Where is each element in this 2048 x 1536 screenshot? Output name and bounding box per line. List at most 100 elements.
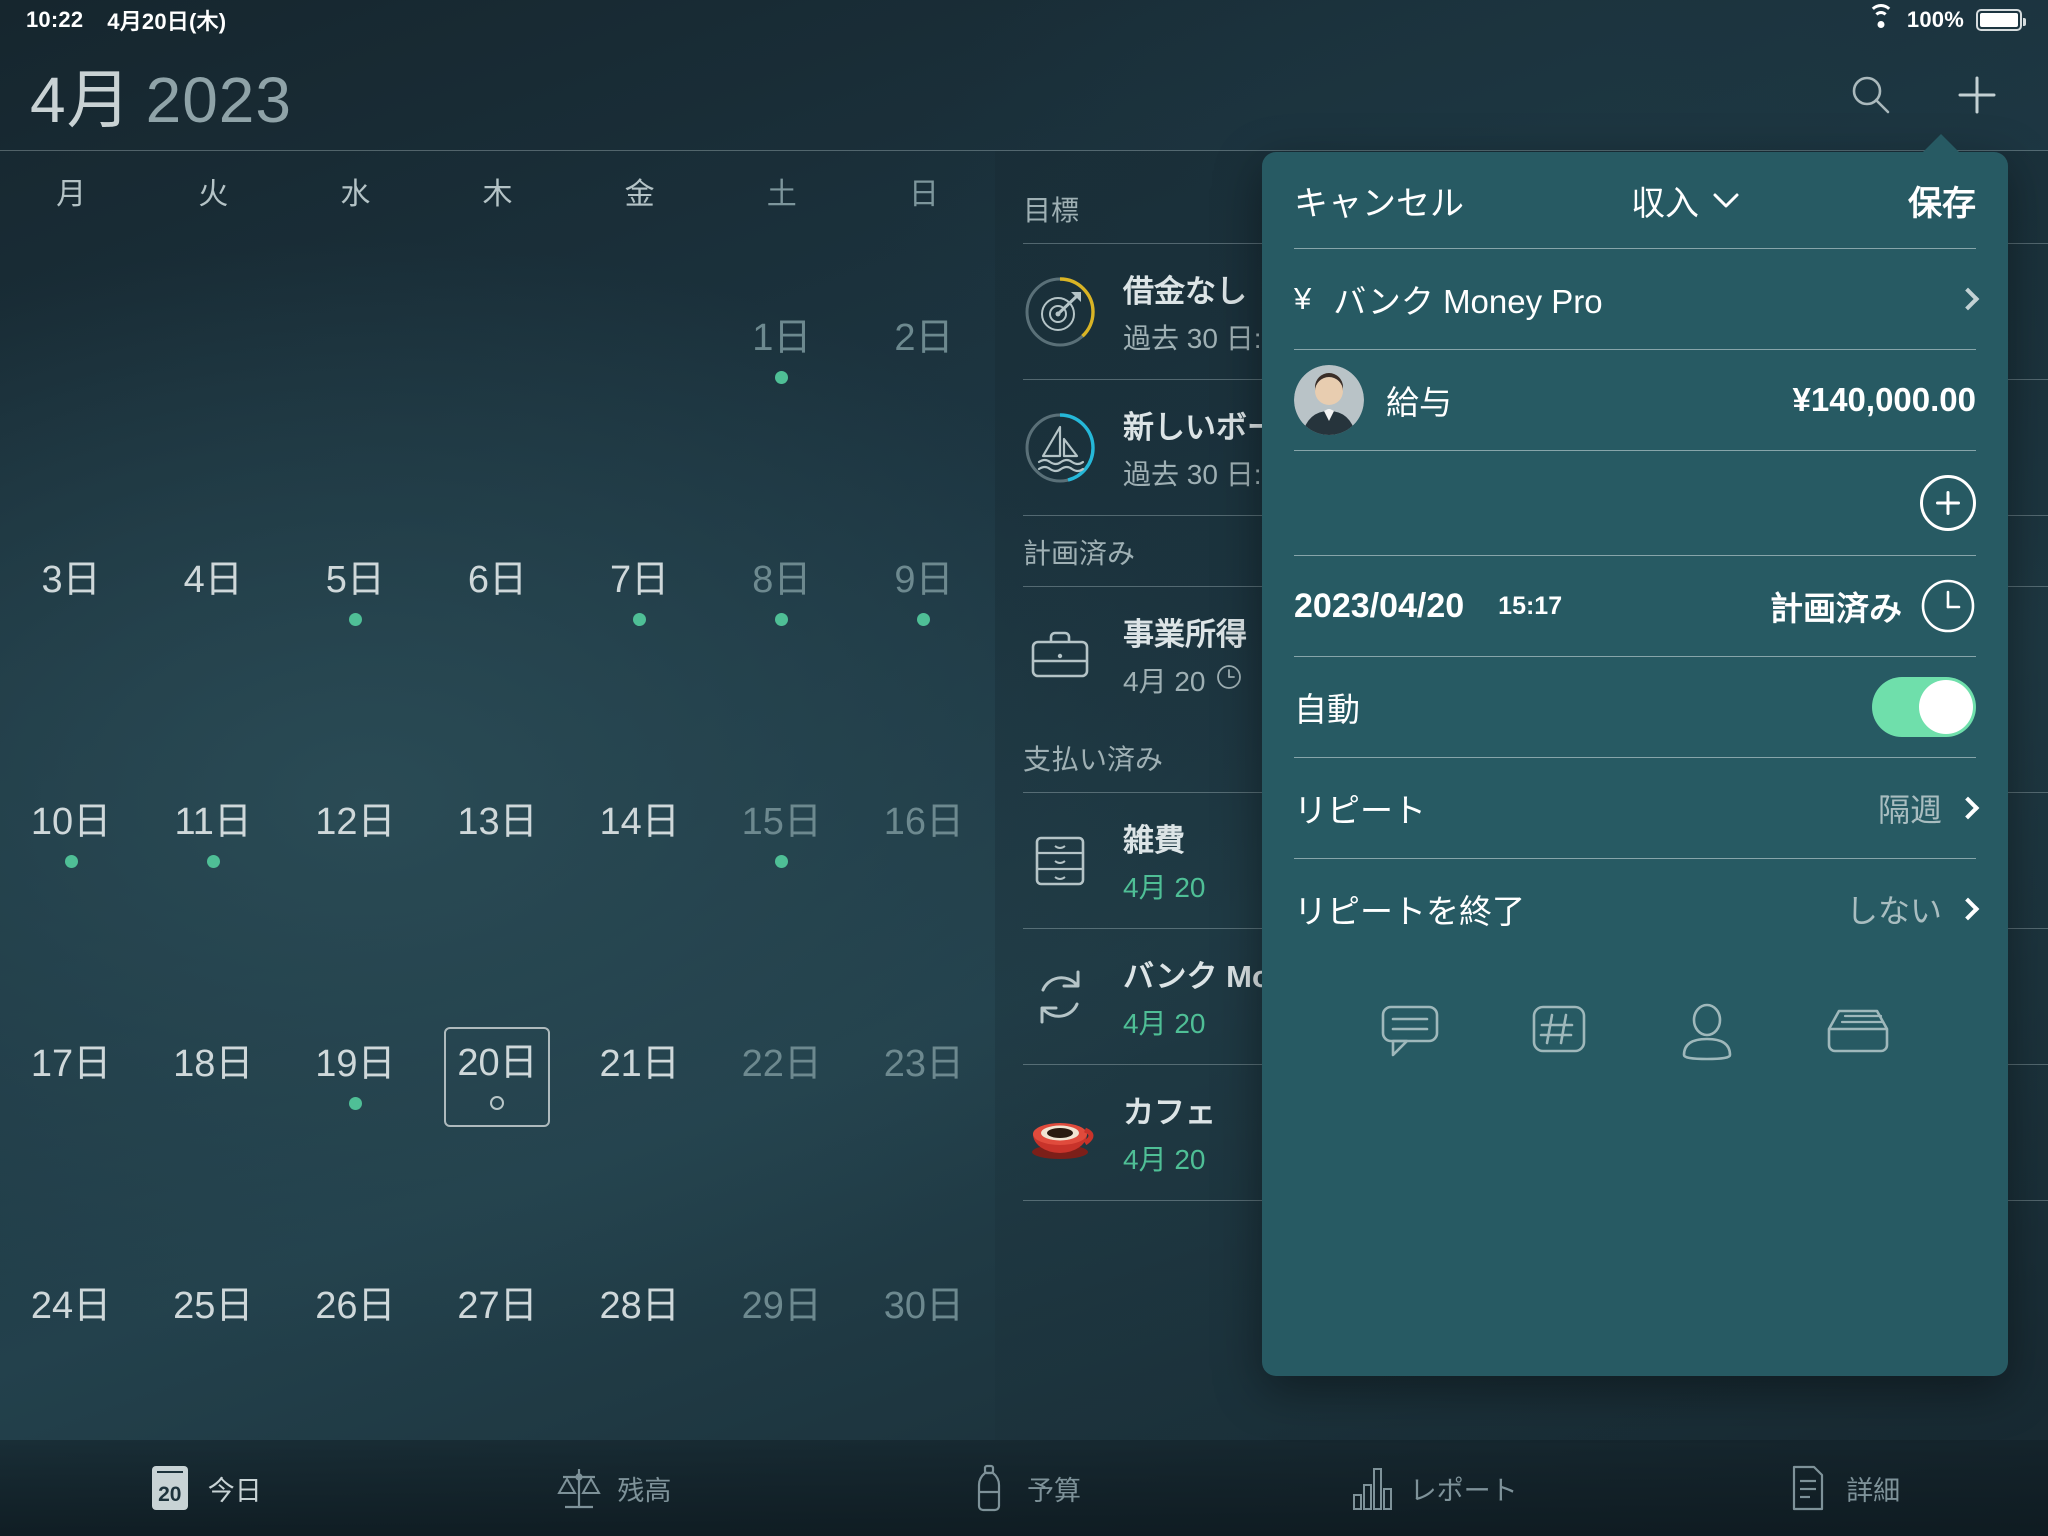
calendar-day-number: 14日 <box>599 800 680 843</box>
calendar-day-cell[interactable]: 17日 <box>0 956 142 1198</box>
transaction-type-selector[interactable]: 収入 <box>1631 176 1741 225</box>
save-button[interactable]: 保存 <box>1908 176 1976 225</box>
tab-bar-chart[interactable]: レポート <box>1229 1463 1639 1513</box>
calendar-day-number: 26日 <box>315 1284 396 1327</box>
transaction-editor-popup: キャンセル 収入 保存 ¥ バンク Money Pro 給与 ¥140,000.… <box>1262 152 2008 1376</box>
calendar-cell-inner: 11日 <box>160 785 266 885</box>
weekday-header-3: 木 <box>482 178 513 211</box>
calendar-day-icon: 20 <box>148 1463 192 1513</box>
calendar-cell-inner: 25日 <box>160 1269 266 1369</box>
date-status-row[interactable]: 2023/04/20 15:17 計画済み <box>1262 556 2008 656</box>
calendar-week-row: 10日 11日 12日 13日 14日 15日 16日 <box>0 715 995 957</box>
payee-person-icon[interactable] <box>1676 1001 1738 1066</box>
calendar-cell-inner: 9日 <box>871 544 977 644</box>
calendar-cell-inner: 29日 <box>729 1269 835 1369</box>
calendar-day-number: 2日 <box>894 317 954 360</box>
calendar-day-cell[interactable]: 8日 <box>711 473 853 715</box>
calendar-cell-inner: 13日 <box>444 785 550 885</box>
calendar-day-cell[interactable]: 1日 <box>711 231 853 473</box>
calendar-day-cell[interactable]: 24日 <box>0 1198 142 1440</box>
calendar-day-cell[interactable]: 20日 <box>426 956 568 1198</box>
calendar-cell-inner: 28日 <box>587 1269 693 1369</box>
calendar-day-cell[interactable]: 29日 <box>711 1198 853 1440</box>
tab-scales[interactable]: 残高 <box>410 1463 820 1513</box>
calendar-day-cell[interactable]: 28日 <box>569 1198 711 1440</box>
calendar-day-number: 9日 <box>894 559 954 602</box>
calendar-day-number: 23日 <box>883 1042 965 1085</box>
calendar-day-cell[interactable]: 13日 <box>426 715 568 957</box>
calendar-day-cell[interactable]: 12日 <box>284 715 426 957</box>
tab-calendar-day[interactable]: 20 今日 <box>0 1463 410 1513</box>
calendar-day-cell[interactable]: 16日 <box>853 715 995 957</box>
chevron-right-icon <box>1956 796 1980 820</box>
calendar-day-number: 6日 <box>467 559 528 602</box>
cancel-button[interactable]: キャンセル <box>1294 176 1464 225</box>
calendar-week-row: 24日 25日 26日 27日 28日 29日 30日 <box>0 1198 995 1440</box>
repeat-end-row[interactable]: リピートを終了 しない <box>1262 859 2008 959</box>
calendar-day-cell[interactable]: 2日 <box>853 231 995 473</box>
calendar-day-cell[interactable]: 10日 <box>0 715 142 957</box>
calendar-day-cell[interactable]: 5日 <box>284 473 426 715</box>
tab-label: 今日 <box>207 1475 262 1506</box>
calendar-day-marker <box>348 1096 362 1110</box>
class-tray-icon[interactable] <box>1823 1001 1893 1066</box>
sidebar-item-subtitle: 4月 20 <box>1123 1144 1206 1175</box>
calendar-day-cell[interactable]: 15日 <box>711 715 853 957</box>
calendar-cell-inner: · <box>444 302 550 402</box>
calendar-day-cell[interactable]: 6日 <box>426 473 568 715</box>
calendar-day-cell[interactable]: 23日 <box>853 956 995 1198</box>
calendar-day-cell[interactable]: 27日 <box>426 1198 568 1440</box>
calendar-day-cell[interactable]: 25日 <box>142 1198 284 1440</box>
comment-icon[interactable] <box>1377 1001 1443 1066</box>
calendar-day-cell[interactable]: 14日 <box>569 715 711 957</box>
plus-circle-icon[interactable] <box>1920 475 1976 531</box>
weekday-header-6: 日 <box>908 178 939 211</box>
calendar-day-cell[interactable]: 18日 <box>142 956 284 1198</box>
calendar-cell-empty: · <box>0 231 142 473</box>
auto-row: 自動 <box>1262 657 2008 757</box>
popup-footer-icons <box>1262 959 2008 1066</box>
weekday-header-2: 水 <box>340 178 371 211</box>
calendar-cell-inner: 22日 <box>729 1027 835 1127</box>
account-row[interactable]: ¥ バンク Money Pro <box>1262 249 2008 349</box>
chevron-down-icon <box>1713 193 1739 208</box>
calendar-day-cell[interactable]: 7日 <box>569 473 711 715</box>
calendar-day-cell[interactable]: 19日 <box>284 956 426 1198</box>
status-badge: 計画済み <box>1770 590 1902 627</box>
tab-bottle[interactable]: 予算 <box>819 1463 1229 1513</box>
calendar-day-cell[interactable]: 22日 <box>711 956 853 1198</box>
calendar-cell-empty: · <box>284 231 426 473</box>
calendar-day-number: 22日 <box>741 1042 822 1085</box>
calendar-day-cell[interactable]: 3日 <box>0 473 142 715</box>
hashtag-icon[interactable] <box>1528 1001 1590 1066</box>
bar-chart-icon <box>1350 1463 1394 1513</box>
transaction-line-row[interactable]: 給与 ¥140,000.00 <box>1262 350 2008 450</box>
calendar-day-marker <box>206 854 220 868</box>
auto-toggle[interactable] <box>1872 677 1976 737</box>
calendar-day-cell[interactable]: 21日 <box>569 956 711 1198</box>
tab-document[interactable]: 詳細 <box>1638 1463 2048 1513</box>
calendar-day-cell[interactable]: 11日 <box>142 715 284 957</box>
clock-icon[interactable] <box>1920 578 1976 634</box>
sidebar-item-title: 雑費 <box>1123 823 1185 858</box>
toggle-knob <box>1919 680 1973 734</box>
calendar-day-cell[interactable]: 30日 <box>853 1198 995 1440</box>
calendar-day-number: 29日 <box>741 1284 822 1327</box>
target-goal-icon <box>1023 275 1097 349</box>
calendar-cell-inner: 4日 <box>160 544 266 644</box>
tab-label: 予算 <box>1026 1475 1081 1506</box>
calendar-day-marker <box>775 854 789 868</box>
search-icon[interactable] <box>1848 72 1894 118</box>
calendar-day-number: 20日 <box>457 1042 538 1085</box>
repeat-row[interactable]: リピート 隔週 <box>1262 758 2008 858</box>
calendar-day-number: 8日 <box>752 559 812 602</box>
plus-icon[interactable] <box>1954 72 2000 118</box>
bottle-icon <box>967 1463 1011 1513</box>
calendar-cell-inner: 15日 <box>729 785 835 885</box>
calendar-day-cell[interactable]: 26日 <box>284 1198 426 1440</box>
person-avatar <box>1294 365 1364 435</box>
calendar-day-marker <box>64 854 78 868</box>
calendar-day-cell[interactable]: 4日 <box>142 473 284 715</box>
calendar-weekday-header: 月火水木金土日 <box>0 151 995 231</box>
calendar-day-cell[interactable]: 9日 <box>853 473 995 715</box>
